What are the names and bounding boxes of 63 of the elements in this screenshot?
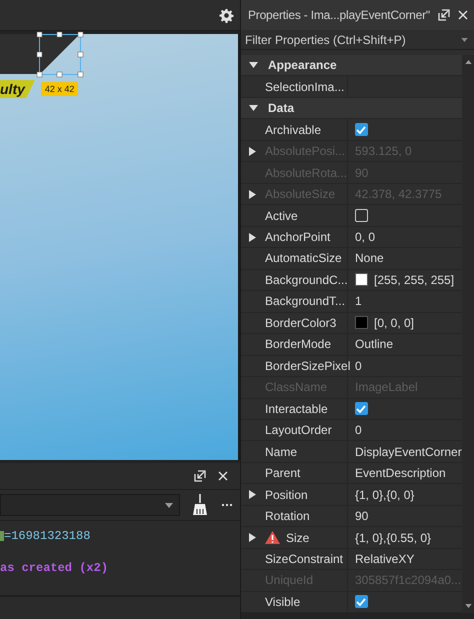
property-name: BorderSizePixel	[264, 358, 350, 373]
property-value[interactable]: EventDescription	[354, 466, 446, 480]
property-name: Size	[286, 530, 310, 545]
scrollbar[interactable]	[462, 55, 474, 613]
property-value[interactable]: DisplayEventCorner	[354, 444, 462, 459]
close-icon[interactable]	[218, 471, 228, 481]
checkbox[interactable]	[354, 402, 368, 416]
caret-icon	[165, 502, 173, 508]
property-value[interactable]: [255, 255, 255]	[374, 272, 454, 287]
property-value[interactable]: [0, 0, 0]	[374, 316, 414, 330]
checkbox[interactable]	[354, 123, 368, 136]
dock-icon[interactable]	[438, 9, 450, 21]
property-value[interactable]: {1, 0},{0.55, 0}	[354, 530, 432, 545]
property-name: AnchorPoint	[264, 230, 330, 244]
property-value[interactable]: 1	[354, 294, 362, 308]
property-name: BorderMode	[264, 337, 332, 352]
category-header[interactable]: Data	[268, 101, 294, 116]
caret-icon	[461, 38, 468, 42]
expand-arrow-icon[interactable]	[248, 60, 258, 70]
log-line: as created (x2)	[0, 561, 108, 575]
color-swatch[interactable]	[354, 273, 368, 286]
property-value[interactable]: 0	[354, 423, 362, 438]
expand-arrow-icon[interactable]	[248, 533, 256, 542]
scroll-up-icon[interactable]	[464, 60, 472, 64]
property-name: Position	[264, 488, 308, 502]
property-value[interactable]: None	[354, 251, 384, 266]
size-badge: 42 x 42	[40, 82, 78, 96]
expand-arrow-icon[interactable]	[248, 232, 256, 242]
dock-icon[interactable]	[194, 470, 206, 482]
property-name: AutomaticSize	[264, 251, 342, 266]
property-name: Rotation	[264, 509, 310, 524]
property-name: Interactable	[264, 402, 328, 416]
close-icon[interactable]	[458, 10, 468, 20]
log-marker	[0, 531, 4, 541]
settings-icon[interactable]	[218, 8, 234, 22]
property-name: LayoutOrder	[264, 423, 332, 438]
selection-box[interactable]	[36, 32, 84, 78]
property-name: BackgroundC...	[264, 272, 348, 287]
log-line: =16981323188	[4, 529, 90, 543]
property-name: Parent	[264, 466, 300, 480]
expand-arrow-icon[interactable]	[248, 490, 256, 500]
property-value[interactable]: RelativeXY	[354, 552, 414, 566]
property-value[interactable]: 0	[354, 358, 362, 373]
property-name: SizeConstraint	[264, 552, 344, 566]
checkbox[interactable]	[354, 595, 368, 608]
checkbox[interactable]	[354, 209, 368, 222]
property-name: SelectionIma...	[264, 80, 344, 94]
property-name: Name	[264, 444, 297, 459]
broom-icon[interactable]	[192, 494, 208, 516]
expand-arrow-icon[interactable]	[248, 104, 258, 113]
title-banner: ulty	[0, 80, 35, 98]
property-value[interactable]: 0, 0	[354, 230, 375, 244]
panel-title: Properties - Ima...playEventCorner"	[248, 8, 430, 22]
property-name: Archivable	[264, 122, 322, 137]
color-swatch[interactable]	[354, 316, 368, 330]
property-value[interactable]: {1, 0},{0, 0}	[354, 488, 414, 502]
property-name: Active	[264, 208, 298, 223]
property-value[interactable]: Outline	[354, 337, 394, 352]
property-name: BackgroundT...	[264, 294, 346, 308]
scroll-down-icon[interactable]	[464, 604, 472, 608]
property-name: BorderColor3	[264, 316, 336, 330]
property-value[interactable]: 90	[354, 509, 368, 524]
property-name: Visible	[264, 594, 300, 609]
